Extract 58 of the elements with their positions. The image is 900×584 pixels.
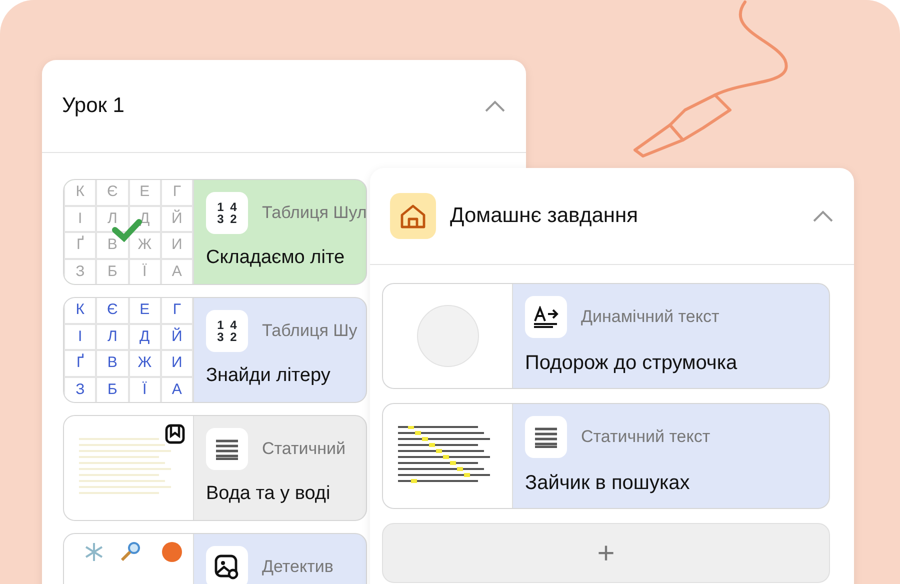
panel-title: Домашнє завдання — [450, 203, 638, 230]
number-grid-icon: 1 4 3 2 — [214, 319, 240, 343]
grid-letter: Г — [160, 180, 193, 206]
picture-icon — [214, 554, 240, 580]
grid-letter: Е — [128, 180, 161, 206]
grid-letter: Й — [160, 206, 193, 232]
activity-type: Детектив — [262, 556, 334, 578]
grid-letter: І — [64, 324, 96, 350]
grid-letter: Ґ — [64, 232, 96, 258]
grid-letter: Ї — [128, 258, 161, 284]
grid-letter: А — [160, 376, 193, 402]
grid-letter: В — [96, 350, 128, 376]
add-button[interactable]: + — [382, 523, 830, 583]
activity-card[interactable]: Детектив — [63, 533, 367, 584]
grid-letter: Л — [96, 206, 128, 232]
grid-letter: Е — [128, 298, 161, 324]
grid-letter: И — [160, 232, 193, 258]
activity-card[interactable]: Статичний текст Зайчик в пошуках — [382, 403, 830, 509]
text-lines-icon — [215, 437, 239, 461]
grid-letter: Д — [128, 324, 161, 350]
activity-type: Таблиця Шул — [262, 202, 366, 224]
grid-letter: К — [64, 298, 96, 324]
grid-letter: К — [64, 180, 96, 206]
grid-letter: И — [160, 350, 193, 376]
grid-letter: Б — [96, 258, 128, 284]
activity-type: Таблиця Шу — [262, 320, 358, 342]
activity-title: Вода та у воді — [206, 482, 332, 506]
grid-letter: Ж — [128, 232, 161, 258]
house-icon — [390, 193, 436, 239]
grid-letter: Г — [160, 298, 193, 324]
grid-letter: Є — [96, 298, 128, 324]
text-lines-icon — [534, 425, 558, 449]
grid-letter: Ж — [128, 350, 161, 376]
activity-type: Динамічний текст — [581, 306, 720, 328]
activity-title: Складаємо літе — [206, 246, 346, 270]
activity-title: Знайди літеру — [206, 364, 332, 388]
grid-letter: Ї — [128, 376, 161, 402]
grid-letter: Б — [96, 376, 128, 402]
grid-letter: Л — [96, 324, 128, 350]
grid-letter: Є — [96, 180, 128, 206]
activity-type: Статичний текст — [581, 426, 710, 448]
grid-letter: В — [96, 232, 128, 258]
grid-letter: Ґ — [64, 350, 96, 376]
activity-title: Подорож до струмочка — [525, 351, 738, 376]
activity-card[interactable]: К Є Е Г І Л Д Й Ґ В Ж И З Б Ї А 1 4 3 2 Таблиця Шу Знайди літеру — [63, 297, 367, 403]
text-arrow-icon — [533, 305, 559, 329]
activity-card[interactable]: Статичний Вода та у воді — [63, 415, 367, 521]
grid-letter: А — [160, 258, 193, 284]
grid-letter: З — [64, 376, 96, 402]
activity-title: Зайчик в пошуках — [525, 471, 691, 496]
grid-letter: І — [64, 206, 96, 232]
activity-type: Статичний — [262, 438, 346, 460]
grid-letter: З — [64, 258, 96, 284]
bookmark-icon[interactable] — [165, 424, 185, 444]
activity-card[interactable]: Динамічний текст Подорож до струмочка — [382, 283, 830, 389]
grid-letter: Й — [160, 324, 193, 350]
number-grid-icon: 1 4 3 2 — [214, 201, 240, 225]
panel-title: Урок 1 — [62, 93, 124, 120]
